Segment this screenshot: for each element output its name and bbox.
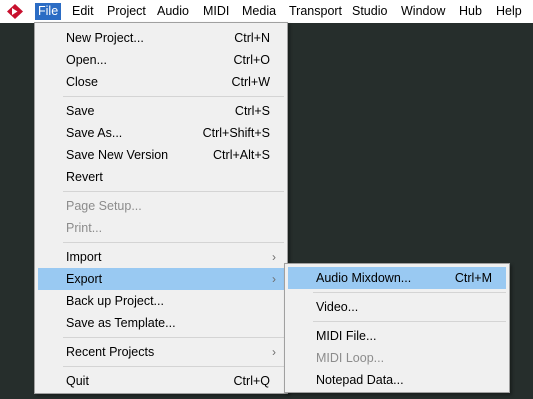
menu-item-video[interactable]: Video...: [288, 296, 506, 318]
menu-item-save-new-version[interactable]: Save New Version Ctrl+Alt+S: [38, 144, 284, 166]
menu-separator: [63, 366, 284, 367]
menu-transport[interactable]: Transport: [289, 3, 342, 20]
menu-item-shortcut: Ctrl+N: [234, 31, 270, 45]
chevron-right-icon: ›: [272, 250, 276, 264]
menu-item-shortcut: Ctrl+O: [233, 53, 270, 67]
menu-item-midi-loop: MIDI Loop...: [288, 347, 506, 369]
menu-item-label: Save as Template...: [66, 316, 176, 330]
menu-item-label: Page Setup...: [66, 199, 142, 213]
menu-item-export[interactable]: Export ›: [38, 268, 284, 290]
menu-item-save-as-template[interactable]: Save as Template...: [38, 312, 284, 334]
menu-item-midi-file[interactable]: MIDI File...: [288, 325, 506, 347]
menu-item-label: Save As...: [66, 126, 123, 140]
menu-item-label: MIDI File...: [316, 329, 377, 343]
menu-item-label: Quit: [66, 374, 89, 388]
menu-item-label: Revert: [66, 170, 103, 184]
menu-separator: [313, 321, 506, 322]
menu-edit[interactable]: Edit: [72, 3, 94, 20]
menu-studio[interactable]: Studio: [352, 3, 387, 20]
menu-item-new-project[interactable]: New Project... Ctrl+N: [38, 27, 284, 49]
menu-hub[interactable]: Hub: [459, 3, 482, 20]
menu-item-label: Open...: [66, 53, 107, 67]
export-submenu: Audio Mixdown... Ctrl+M Video... MIDI Fi…: [284, 263, 510, 393]
menu-item-label: Audio Mixdown...: [316, 271, 412, 285]
menu-window[interactable]: Window: [401, 3, 445, 20]
menu-item-print: Print...: [38, 217, 284, 239]
menu-file[interactable]: File: [35, 3, 62, 20]
menu-audio[interactable]: Audio: [157, 3, 189, 20]
menu-item-close[interactable]: Close Ctrl+W: [38, 71, 284, 93]
menu-item-recent-projects[interactable]: Recent Projects ›: [38, 341, 284, 363]
menu-item-label: MIDI Loop...: [316, 351, 385, 365]
cubase-logo-icon[interactable]: [5, 3, 25, 20]
menu-help[interactable]: Help: [496, 3, 522, 20]
menu-item-label: New Project...: [66, 31, 144, 45]
menu-separator: [63, 96, 284, 97]
menu-project[interactable]: Project: [107, 3, 146, 20]
file-menu-dropdown: New Project... Ctrl+N Open... Ctrl+O Clo…: [34, 22, 288, 394]
menu-item-import[interactable]: Import ›: [38, 246, 284, 268]
menu-separator: [63, 337, 284, 338]
menu-item-page-setup: Page Setup...: [38, 195, 284, 217]
menu-item-label: Import: [66, 250, 102, 264]
menu-bar: File Edit Project Audio MIDI Media Trans…: [0, 0, 533, 23]
menu-item-label: Recent Projects: [66, 345, 155, 359]
menu-item-shortcut: Ctrl+Q: [233, 374, 270, 388]
menu-item-label: Notepad Data...: [316, 373, 404, 387]
menu-item-label: Video...: [316, 300, 359, 314]
menu-item-label: Back up Project...: [66, 294, 164, 308]
menu-midi[interactable]: MIDI: [203, 3, 229, 20]
menu-item-label: Close: [66, 75, 98, 89]
menu-item-back-up-project[interactable]: Back up Project...: [38, 290, 284, 312]
menu-item-label: Save New Version: [66, 148, 169, 162]
menu-item-label: Export: [66, 272, 103, 286]
menu-item-label: Print...: [66, 221, 103, 235]
menu-item-label: Save: [66, 104, 95, 118]
menu-item-audio-mixdown[interactable]: Audio Mixdown... Ctrl+M: [288, 267, 506, 289]
menu-media[interactable]: Media: [242, 3, 276, 20]
menu-item-open[interactable]: Open... Ctrl+O: [38, 49, 284, 71]
menu-item-shortcut: Ctrl+Shift+S: [202, 126, 270, 140]
menu-item-shortcut: Ctrl+W: [231, 75, 270, 89]
menu-item-shortcut: Ctrl+S: [234, 104, 270, 118]
menu-separator: [313, 292, 506, 293]
menu-item-save-as[interactable]: Save As... Ctrl+Shift+S: [38, 122, 284, 144]
menu-separator: [63, 191, 284, 192]
menu-item-shortcut: Ctrl+Alt+S: [213, 148, 270, 162]
chevron-right-icon: ›: [272, 345, 276, 359]
menu-item-shortcut: Ctrl+M: [454, 271, 492, 285]
menu-item-notepad-data[interactable]: Notepad Data...: [288, 369, 506, 391]
menu-item-revert[interactable]: Revert: [38, 166, 284, 188]
chevron-right-icon: ›: [272, 272, 276, 286]
menu-item-quit[interactable]: Quit Ctrl+Q: [38, 370, 284, 392]
menu-separator: [63, 242, 284, 243]
menu-item-save[interactable]: Save Ctrl+S: [38, 100, 284, 122]
